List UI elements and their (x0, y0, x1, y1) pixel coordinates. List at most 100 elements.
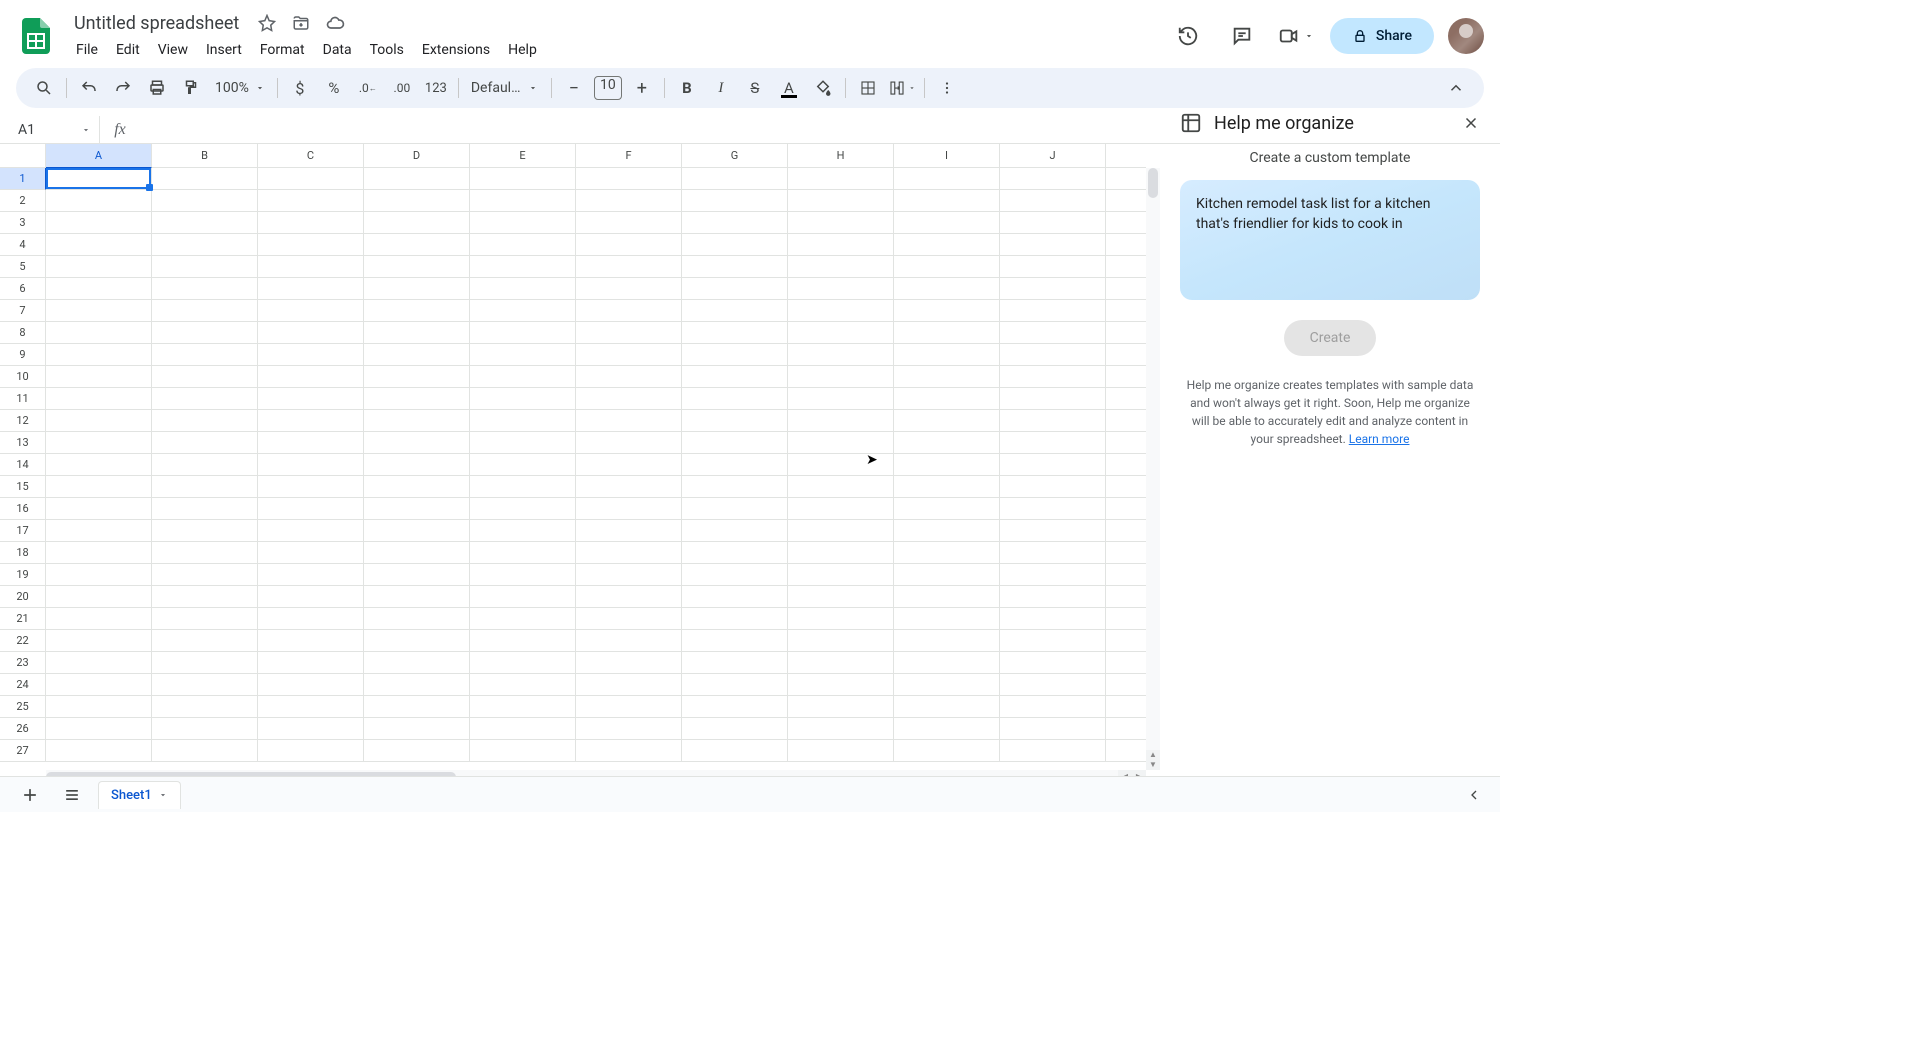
cell[interactable] (576, 542, 682, 564)
cell[interactable] (258, 366, 364, 388)
row-header[interactable]: 23 (0, 652, 46, 674)
cell[interactable] (152, 234, 258, 256)
cell[interactable] (364, 278, 470, 300)
cell[interactable] (258, 476, 364, 498)
row-header[interactable]: 27 (0, 740, 46, 762)
cell[interactable] (1106, 542, 1146, 564)
move-icon[interactable] (289, 11, 313, 35)
zoom-dropdown[interactable]: 100% (209, 80, 271, 96)
cell[interactable] (46, 608, 152, 630)
cell[interactable] (788, 234, 894, 256)
merge-cells-icon[interactable] (886, 72, 918, 104)
menu-view[interactable]: View (150, 38, 196, 62)
cell[interactable] (1000, 366, 1106, 388)
cell[interactable] (470, 674, 576, 696)
cell[interactable] (46, 168, 152, 190)
cell[interactable] (46, 542, 152, 564)
cell[interactable] (46, 498, 152, 520)
row-header[interactable]: 19 (0, 564, 46, 586)
cell[interactable] (1106, 234, 1146, 256)
cell[interactable] (1106, 586, 1146, 608)
cell[interactable] (576, 454, 682, 476)
cell[interactable] (682, 300, 788, 322)
cell[interactable] (152, 740, 258, 762)
row-header[interactable]: 20 (0, 586, 46, 608)
cell[interactable] (894, 366, 1000, 388)
history-icon[interactable] (1168, 16, 1208, 56)
cell[interactable] (258, 388, 364, 410)
cell[interactable] (258, 344, 364, 366)
cell[interactable] (152, 344, 258, 366)
column-header[interactable]: G (682, 144, 788, 168)
cell[interactable] (46, 344, 152, 366)
cell[interactable] (46, 388, 152, 410)
currency-icon[interactable]: $ (284, 72, 316, 104)
create-button[interactable]: Create (1284, 320, 1377, 356)
cell[interactable] (46, 454, 152, 476)
add-sheet-icon[interactable] (14, 779, 46, 811)
cell[interactable] (364, 586, 470, 608)
cell[interactable] (788, 630, 894, 652)
cell[interactable] (682, 256, 788, 278)
cell[interactable] (1000, 564, 1106, 586)
row-header[interactable]: 11 (0, 388, 46, 410)
cell[interactable] (470, 344, 576, 366)
cell[interactable] (576, 190, 682, 212)
cell[interactable] (1000, 300, 1106, 322)
name-box[interactable]: A1 (0, 116, 100, 143)
cell[interactable] (576, 630, 682, 652)
row-header[interactable]: 9 (0, 344, 46, 366)
cell[interactable] (470, 630, 576, 652)
column-header[interactable]: B (152, 144, 258, 168)
cell[interactable] (894, 652, 1000, 674)
cell[interactable] (152, 256, 258, 278)
cell[interactable] (894, 278, 1000, 300)
cell[interactable] (1000, 410, 1106, 432)
menu-extensions[interactable]: Extensions (414, 38, 498, 62)
cell[interactable] (576, 608, 682, 630)
row-header[interactable]: 22 (0, 630, 46, 652)
select-all-corner[interactable] (0, 144, 46, 168)
cell[interactable] (576, 718, 682, 740)
cell[interactable] (258, 234, 364, 256)
cell[interactable] (470, 212, 576, 234)
cell[interactable] (470, 652, 576, 674)
cell[interactable] (1000, 718, 1106, 740)
cell[interactable] (1106, 740, 1146, 762)
decrease-decimal-icon[interactable]: .0← (352, 72, 384, 104)
cell[interactable] (152, 652, 258, 674)
fill-color-icon[interactable] (807, 72, 839, 104)
cell[interactable] (1106, 366, 1146, 388)
row-header[interactable]: 24 (0, 674, 46, 696)
cell[interactable] (258, 454, 364, 476)
cell[interactable] (1000, 344, 1106, 366)
row-header[interactable]: 18 (0, 542, 46, 564)
cell[interactable] (46, 366, 152, 388)
meet-button[interactable] (1276, 16, 1316, 56)
cell[interactable] (1106, 498, 1146, 520)
column-header[interactable]: J (1000, 144, 1106, 168)
cell[interactable] (258, 630, 364, 652)
menu-help[interactable]: Help (500, 38, 545, 62)
cell[interactable] (46, 190, 152, 212)
cell[interactable] (1000, 454, 1106, 476)
cell[interactable] (152, 630, 258, 652)
row-header[interactable]: 13 (0, 432, 46, 454)
cell[interactable] (152, 432, 258, 454)
cell[interactable] (364, 740, 470, 762)
more-formats-icon[interactable]: 123 (420, 72, 452, 104)
cell[interactable] (1000, 520, 1106, 542)
all-sheets-icon[interactable] (56, 779, 88, 811)
cell[interactable] (682, 168, 788, 190)
cell[interactable] (46, 564, 152, 586)
cell[interactable] (788, 256, 894, 278)
cell[interactable] (1000, 740, 1106, 762)
avatar[interactable] (1448, 18, 1484, 54)
cell[interactable] (46, 740, 152, 762)
cell[interactable] (682, 388, 788, 410)
cell[interactable] (1106, 718, 1146, 740)
cell[interactable] (152, 476, 258, 498)
cell[interactable] (470, 256, 576, 278)
cell[interactable] (682, 432, 788, 454)
cell[interactable] (894, 696, 1000, 718)
